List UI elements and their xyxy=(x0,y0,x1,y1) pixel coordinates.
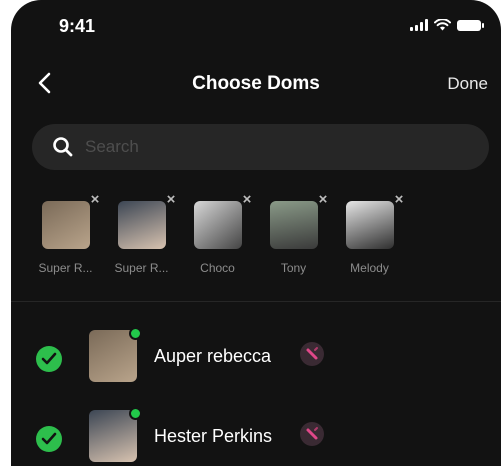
checkbox-checked[interactable] xyxy=(36,426,62,452)
page-title: Choose Doms xyxy=(192,73,320,94)
remove-icon[interactable]: × xyxy=(87,192,103,208)
chip-label: Tony xyxy=(280,261,307,275)
list-item[interactable]: Auper rebecca xyxy=(11,327,501,390)
selected-doms: × Super R... × Super R... × Choco × Tony… xyxy=(35,192,403,276)
online-indicator xyxy=(129,327,142,340)
selected-dom-chip[interactable]: × Melody xyxy=(339,192,403,275)
user-name: Hester Perkins xyxy=(154,426,273,446)
selected-dom-chip[interactable]: × Super R... xyxy=(35,192,99,276)
online-indicator xyxy=(129,407,142,420)
user-name: Auper rebecca xyxy=(154,346,272,366)
avatar xyxy=(269,201,318,249)
status-time: 9:41 xyxy=(59,16,96,36)
chip-label: Melody xyxy=(350,261,389,275)
phone-screen: 9:41 Choose Doms Done × Super R... xyxy=(11,0,501,466)
search-input[interactable] xyxy=(83,136,467,158)
checkbox-checked[interactable] xyxy=(36,346,62,372)
wifi-icon xyxy=(434,19,451,31)
remove-icon[interactable]: × xyxy=(391,192,407,208)
list-item[interactable]: Hester Perkins xyxy=(11,407,501,466)
avatar xyxy=(193,201,242,249)
avatar xyxy=(345,201,394,249)
remove-icon[interactable]: × xyxy=(239,192,255,208)
check-icon xyxy=(41,352,57,365)
selected-dom-chip[interactable]: × Choco xyxy=(187,192,251,275)
remove-icon[interactable]: × xyxy=(315,192,331,208)
avatar xyxy=(41,201,90,249)
status-icons xyxy=(410,19,484,31)
battery-icon xyxy=(457,19,484,31)
remove-icon[interactable]: × xyxy=(163,192,179,208)
avatar xyxy=(117,201,166,249)
chip-label: Choco xyxy=(200,261,235,275)
chip-label: Super R... xyxy=(38,261,93,275)
chip-label: Super R... xyxy=(114,261,169,275)
selected-dom-chip[interactable]: × Tony xyxy=(263,192,327,275)
search-icon xyxy=(53,137,73,157)
tag-icon xyxy=(300,422,324,446)
divider xyxy=(11,301,501,302)
check-icon xyxy=(41,432,57,445)
selected-dom-chip[interactable]: × Super R... xyxy=(111,192,175,276)
signal-icon xyxy=(410,19,428,31)
done-button[interactable]: Done xyxy=(447,74,488,94)
tag-icon xyxy=(300,342,324,366)
search-bar[interactable] xyxy=(32,124,489,170)
